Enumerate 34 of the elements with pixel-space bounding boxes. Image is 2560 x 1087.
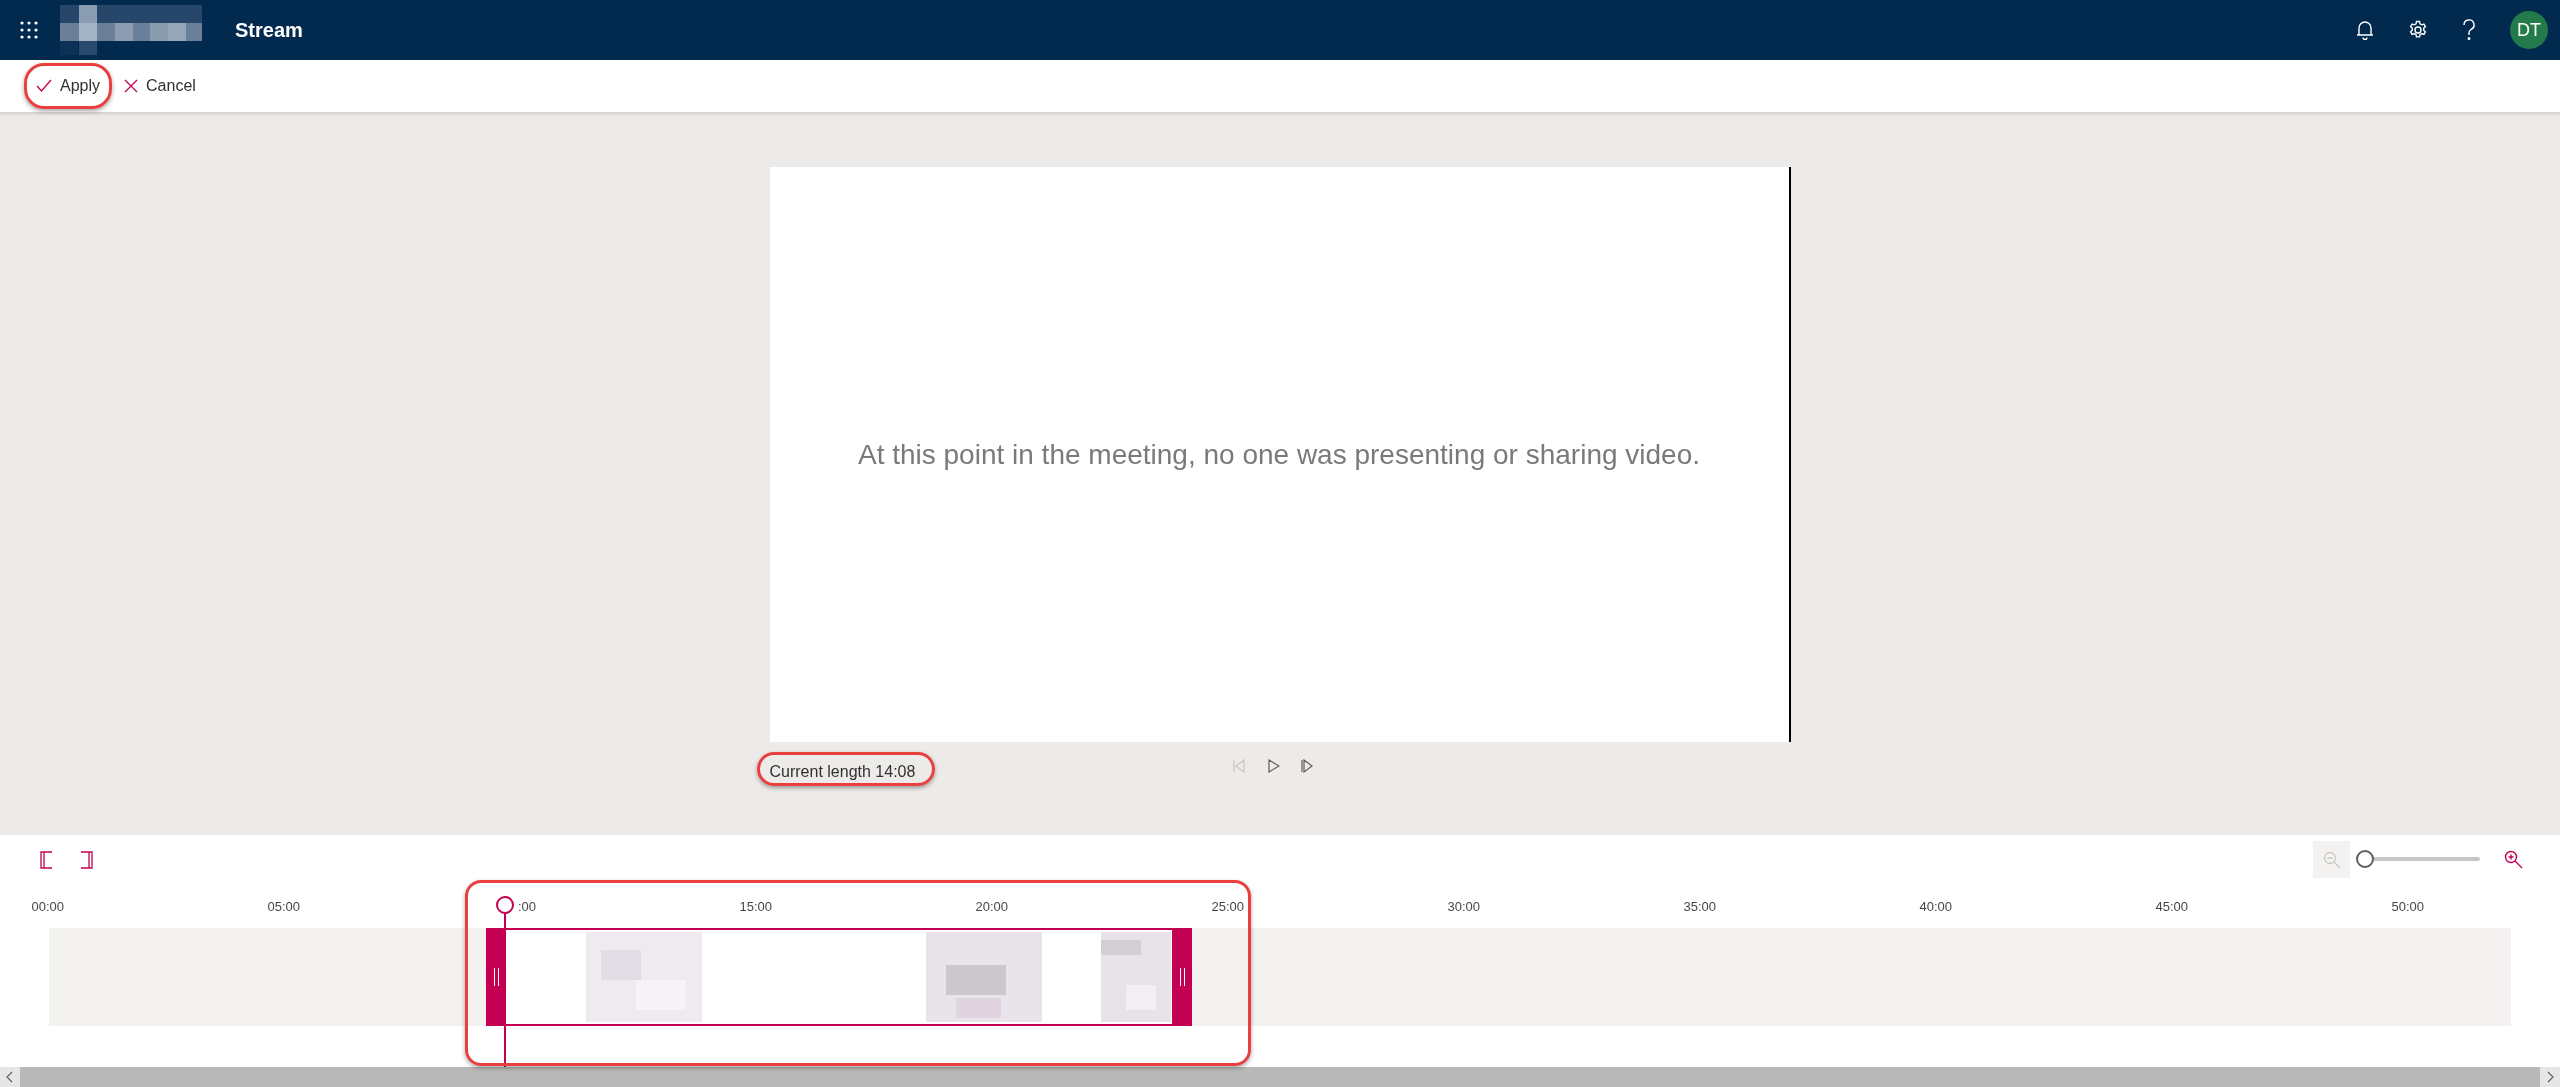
zoom-in-icon[interactable] — [2504, 850, 2523, 869]
time-tick-label: 25:00 — [1210, 898, 1244, 916]
playhead[interactable] — [495, 895, 515, 1067]
app-launcher-icon[interactable] — [20, 21, 38, 39]
no-video-message: At this point in the meeting, no one was presenting or sharing video. — [857, 437, 1701, 472]
zoom-out-icon — [2322, 850, 2341, 869]
time-tick-label: 35:00 — [1682, 898, 1716, 916]
scroll-left-icon[interactable] — [6, 1071, 14, 1083]
time-tick-label: 30:00 — [1446, 898, 1480, 916]
checkmark-icon — [36, 79, 52, 93]
next-icon[interactable] — [1299, 759, 1314, 773]
play-icon[interactable] — [1265, 759, 1280, 773]
time-tick-label: 00:00 — [30, 898, 64, 916]
close-icon — [124, 79, 139, 93]
scroll-right-icon[interactable] — [2546, 1071, 2554, 1083]
time-tick-label: 20:00 — [974, 898, 1008, 916]
time-tick-label: 05:00 — [266, 898, 300, 916]
trim-end-handle[interactable] — [1172, 928, 1192, 1026]
horizontal-scrollbar[interactable] — [0, 1067, 2560, 1087]
settings-icon[interactable] — [2408, 20, 2428, 40]
app-title: Stream — [235, 18, 303, 43]
slider-thumb[interactable] — [2356, 850, 2374, 868]
time-tick-label: 50:00 — [2390, 898, 2424, 916]
time-tick-label: 45:00 — [2154, 898, 2188, 916]
trim-end-icon[interactable] — [80, 851, 93, 869]
time-tick-label: :00 — [516, 898, 536, 916]
trim-start-icon[interactable] — [40, 851, 53, 869]
current-length-label: Current length 14:08 — [769, 762, 916, 782]
trim-start-handle[interactable] — [486, 928, 506, 1026]
help-icon[interactable] — [2462, 19, 2476, 41]
notification-bell-icon[interactable] — [2356, 20, 2374, 40]
time-tick-label: 15:00 — [738, 898, 772, 916]
user-avatar[interactable]: DT — [2510, 11, 2548, 49]
time-tick-label: 40:00 — [1918, 898, 1952, 916]
